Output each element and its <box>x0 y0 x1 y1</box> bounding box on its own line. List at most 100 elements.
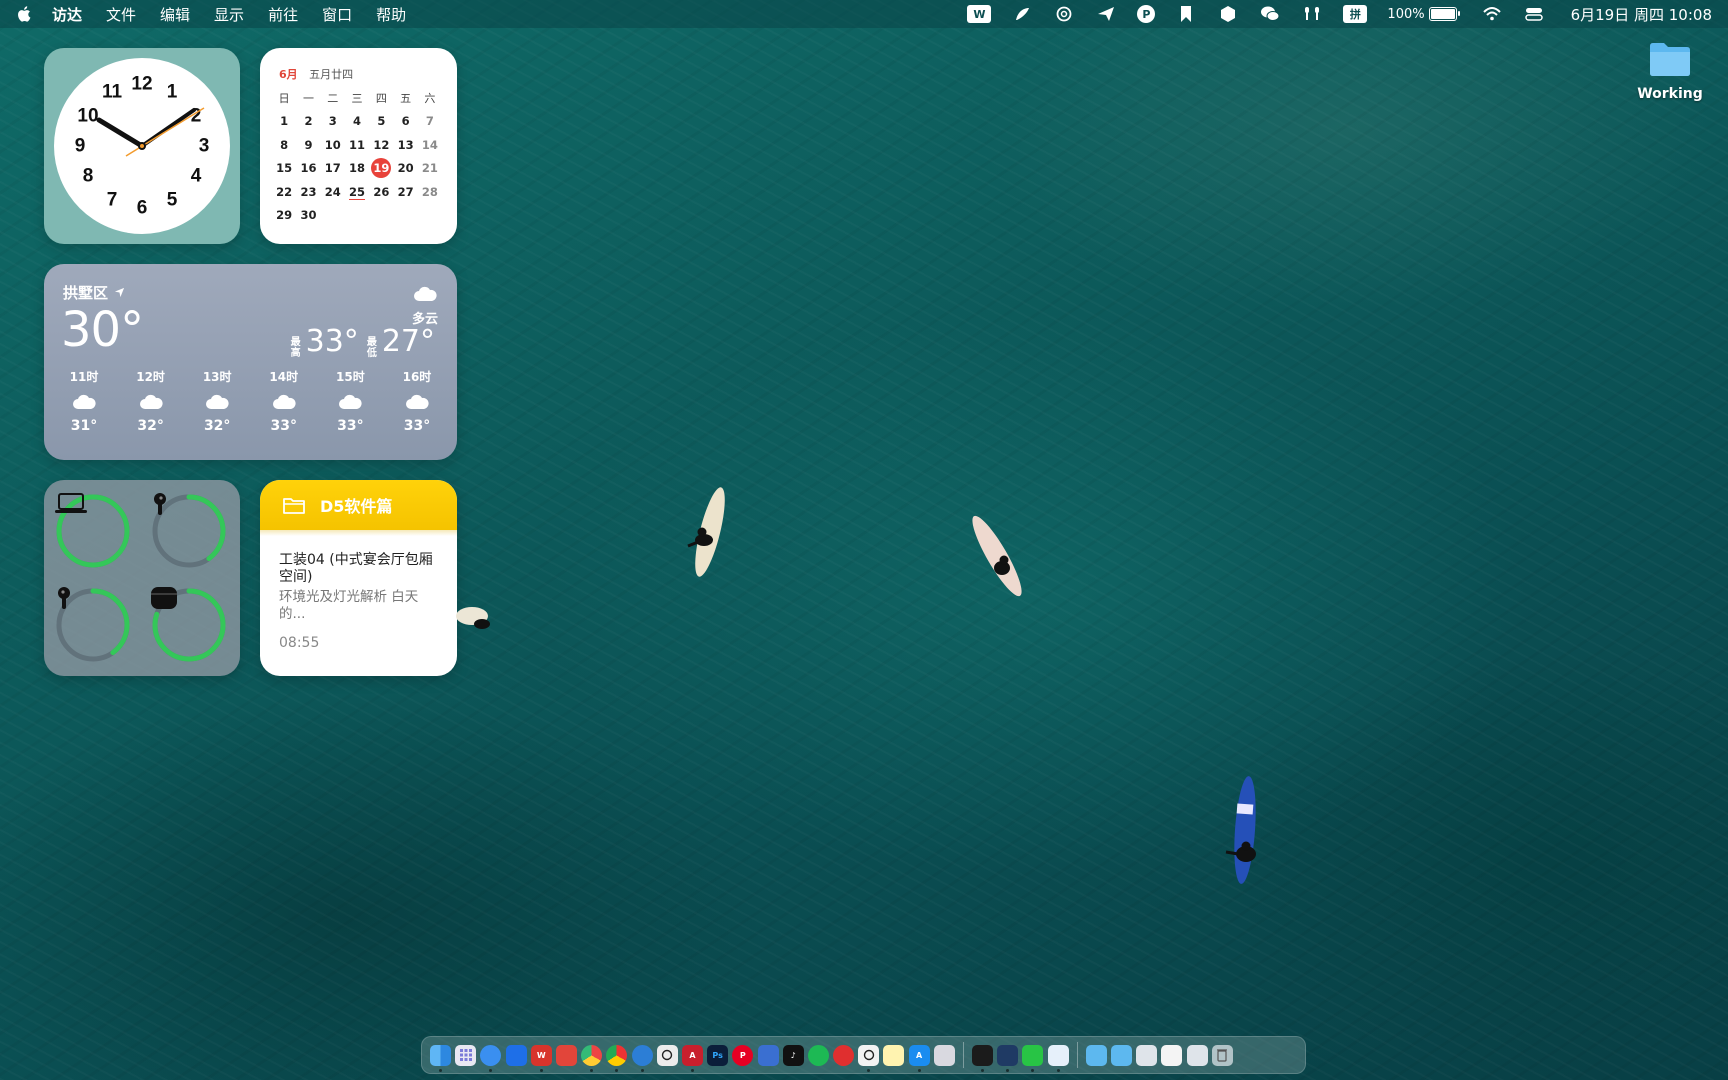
cloud-drive-dock-icon[interactable] <box>1047 1044 1069 1072</box>
calendar-day[interactable]: 7 <box>418 114 442 128</box>
calendar-day[interactable]: 1 <box>272 114 296 128</box>
trash-dock-icon[interactable] <box>1211 1044 1233 1066</box>
calendar-day[interactable]: 3 <box>321 114 345 128</box>
netease-music-dock-icon[interactable] <box>833 1044 855 1066</box>
recent-file-1-dock-icon[interactable] <box>1136 1044 1158 1066</box>
svg-text:11: 11 <box>102 82 123 103</box>
wps-dock-icon[interactable]: W <box>530 1044 552 1072</box>
input-method-icon[interactable]: 拼 <box>1343 5 1368 23</box>
launchpad-dock-icon[interactable] <box>455 1044 477 1066</box>
preview-dock-icon[interactable] <box>933 1044 955 1066</box>
weather-hourly-forecast: 11时 31° 12时 32° 13时 32° 14时 33° 15时 33° … <box>58 368 443 434</box>
clock-widget[interactable]: 1 2 3 4 5 6 7 8 9 10 11 12 <box>44 48 240 244</box>
menu-help[interactable]: 帮助 <box>376 4 406 25</box>
chatgpt-tray-icon[interactable] <box>1053 5 1075 23</box>
calendar-day[interactable]: 22 <box>272 185 296 199</box>
feather-tray-icon[interactable] <box>1011 5 1033 23</box>
calendar-day[interactable]: 16 <box>296 161 320 175</box>
photoshop-dock-icon[interactable]: Ps <box>707 1044 729 1066</box>
calendar-day[interactable]: 28 <box>418 185 442 199</box>
wechat-tray-icon[interactable] <box>1259 5 1281 23</box>
calendar-day[interactable]: 15 <box>272 161 296 175</box>
desktop-folder-working[interactable]: Working <box>1628 40 1712 102</box>
calendar-day-number: 29 <box>276 208 293 223</box>
notes-dock-icon[interactable] <box>883 1044 905 1066</box>
d5-render-dock-icon[interactable] <box>997 1044 1019 1072</box>
downloads-folder-dock-icon[interactable] <box>1085 1044 1107 1066</box>
calendar-day[interactable]: 24 <box>321 185 345 199</box>
menu-view[interactable]: 显示 <box>214 4 244 25</box>
weekday-label: 日 <box>278 91 290 105</box>
calendar-day[interactable]: 30 <box>296 208 320 222</box>
notes-folder-header[interactable]: D5软件篇 <box>260 480 457 530</box>
chrome-dock-icon[interactable] <box>606 1044 628 1072</box>
chatgpt-dock-icon[interactable] <box>656 1044 678 1066</box>
calendar-day[interactable]: 26 <box>369 185 393 199</box>
chatgpt-app-dock-icon[interactable] <box>858 1044 880 1072</box>
menu-window[interactable]: 窗口 <box>322 4 352 25</box>
calendar-day[interactable]: 8 <box>272 138 296 152</box>
calendar-day[interactable]: 10 <box>321 138 345 152</box>
location-arrow-icon <box>114 287 125 298</box>
calendar-day-today[interactable]: 19 <box>369 158 393 179</box>
analog-clock-face: 1 2 3 4 5 6 7 8 9 10 11 12 <box>54 58 230 234</box>
calendar-day[interactable]: 29 <box>272 208 296 222</box>
calendar-day[interactable]: 21 <box>418 161 442 175</box>
apple-logo-icon[interactable] <box>16 5 34 23</box>
menu-go[interactable]: 前往 <box>268 4 298 25</box>
wps-tray-icon[interactable]: W <box>967 5 992 23</box>
calendar-widget[interactable]: 6月 五月廿四 日 一 二 三 四 五 六 1 2 3 4 5 6 7 8 9 10 11 12 13 1… <box>260 48 457 244</box>
cube-tray-icon[interactable] <box>1217 5 1239 23</box>
safari-dock-icon[interactable] <box>480 1044 502 1072</box>
menu-edit[interactable]: 编辑 <box>160 4 190 25</box>
calendar-day[interactable]: 4 <box>345 114 369 128</box>
calendar-day[interactable]: 9 <box>296 138 320 152</box>
recent-file-2-dock-icon[interactable] <box>1161 1044 1183 1066</box>
spotify-dock-icon[interactable] <box>807 1044 829 1066</box>
calendar-day[interactable]: 14 <box>418 138 442 152</box>
xmind-dock-icon[interactable] <box>556 1044 578 1066</box>
calendar-day[interactable]: 6 <box>393 114 417 128</box>
calendar-day[interactable]: 20 <box>393 161 417 175</box>
calendar-day[interactable]: 18 <box>345 161 369 175</box>
calendar-day[interactable]: 2 <box>296 114 320 128</box>
calendar-day[interactable]: 25 <box>345 184 369 200</box>
bookmark-tray-icon[interactable] <box>1175 5 1197 23</box>
recent-file-3-dock-icon[interactable] <box>1186 1044 1208 1066</box>
wechat-dock-icon[interactable] <box>1022 1044 1044 1072</box>
wifi-icon[interactable] <box>1481 5 1503 23</box>
note-item[interactable]: 工装04 (中式宴会厅包厢空间) 环境光及灯光解析 白天的... 08:55 <box>279 552 439 651</box>
battery-icon[interactable] <box>1428 7 1460 21</box>
terminal-dock-icon[interactable] <box>972 1044 994 1072</box>
app-store-dock-icon[interactable]: A <box>908 1044 930 1072</box>
menu-app-finder[interactable]: 访达 <box>52 4 82 25</box>
calendar-day[interactable]: 11 <box>345 138 369 152</box>
p-tray-icon[interactable]: P <box>1137 5 1156 23</box>
calendar-day[interactable]: 13 <box>393 138 417 152</box>
cloud-icon <box>405 386 429 418</box>
calendar-day[interactable]: 23 <box>296 185 320 199</box>
acrobat-dock-icon[interactable]: A <box>681 1044 703 1072</box>
calendar-day-number: 18 <box>349 161 366 176</box>
calendar-day[interactable]: 5 <box>369 114 393 128</box>
calendar-day[interactable]: 27 <box>393 185 417 199</box>
lark-dock-icon[interactable] <box>505 1044 527 1066</box>
edge-dock-icon[interactable] <box>631 1044 653 1072</box>
control-center-icon[interactable] <box>1523 5 1545 23</box>
menu-clock[interactable]: 6月19日 周四 10:08 <box>1571 4 1712 25</box>
airpods-tray-icon[interactable] <box>1301 5 1323 23</box>
menu-file[interactable]: 文件 <box>106 4 136 25</box>
finder-dock-icon[interactable] <box>430 1044 452 1072</box>
pinterest-dock-icon[interactable]: P <box>732 1044 754 1066</box>
weather-widget[interactable]: 拱墅区 30° 多云 最高 33° 最低 27° 11时 31° 12时 32°… <box>44 264 457 460</box>
batteries-widget[interactable] <box>44 480 240 676</box>
notes-widget[interactable]: D5软件篇 工装04 (中式宴会厅包厢空间) 环境光及灯光解析 白天的... 0… <box>260 480 457 676</box>
paper-plane-tray-icon[interactable] <box>1095 5 1117 23</box>
dingtalk-dock-icon[interactable] <box>757 1044 779 1066</box>
calendar-day[interactable]: 17 <box>321 161 345 175</box>
calendar-day[interactable]: 12 <box>369 138 393 152</box>
documents-folder-dock-icon[interactable] <box>1110 1044 1132 1066</box>
tiktok-dock-icon[interactable]: ♪ <box>782 1044 804 1066</box>
calendar-day-number: 8 <box>280 137 289 152</box>
photos-dock-icon[interactable] <box>581 1044 603 1072</box>
